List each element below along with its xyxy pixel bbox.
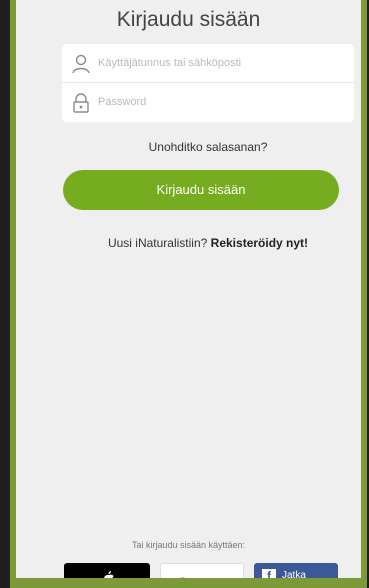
page-title: Kirjaudu sisään — [116, 8, 261, 31]
google-icon: G — [177, 574, 188, 578]
lock-icon — [73, 93, 89, 113]
credentials-form: Käyttäjätunnus tai sähköposti Password — [62, 44, 354, 122]
apple-icon — [104, 571, 114, 578]
signup-prompt: Uusi iNaturalistiin? Rekisteröidy nyt! — [62, 236, 354, 250]
login-panel: Kirjaudu sisään Käyttäjätunnus tai sähkö… — [16, 0, 361, 578]
username-field[interactable]: Käyttäjätunnus tai sähköposti — [62, 44, 354, 83]
google-signin-button[interactable]: G — [160, 563, 244, 578]
facebook-label: Jatka — [282, 570, 306, 578]
social-login-prompt: Tai kirjaudu sisään käyttäen: — [131, 540, 246, 550]
password-placeholder: Password — [98, 96, 147, 108]
password-field[interactable]: Password — [62, 83, 354, 122]
user-icon — [72, 54, 90, 74]
username-placeholder: Käyttäjätunnus tai sähköposti — [98, 57, 242, 69]
apple-signin-button[interactable] — [64, 563, 150, 578]
signup-question: Uusi iNaturalistiin? — [107, 236, 208, 250]
signin-button[interactable]: Kirjaudu sisään — [63, 170, 339, 210]
forgot-password-link[interactable]: Unohditko salasanan? — [62, 140, 354, 154]
signup-link[interactable]: Rekisteröidy nyt! — [211, 236, 308, 250]
facebook-icon: f — [262, 569, 276, 578]
facebook-signin-button[interactable]: f Jatka — [254, 563, 338, 578]
